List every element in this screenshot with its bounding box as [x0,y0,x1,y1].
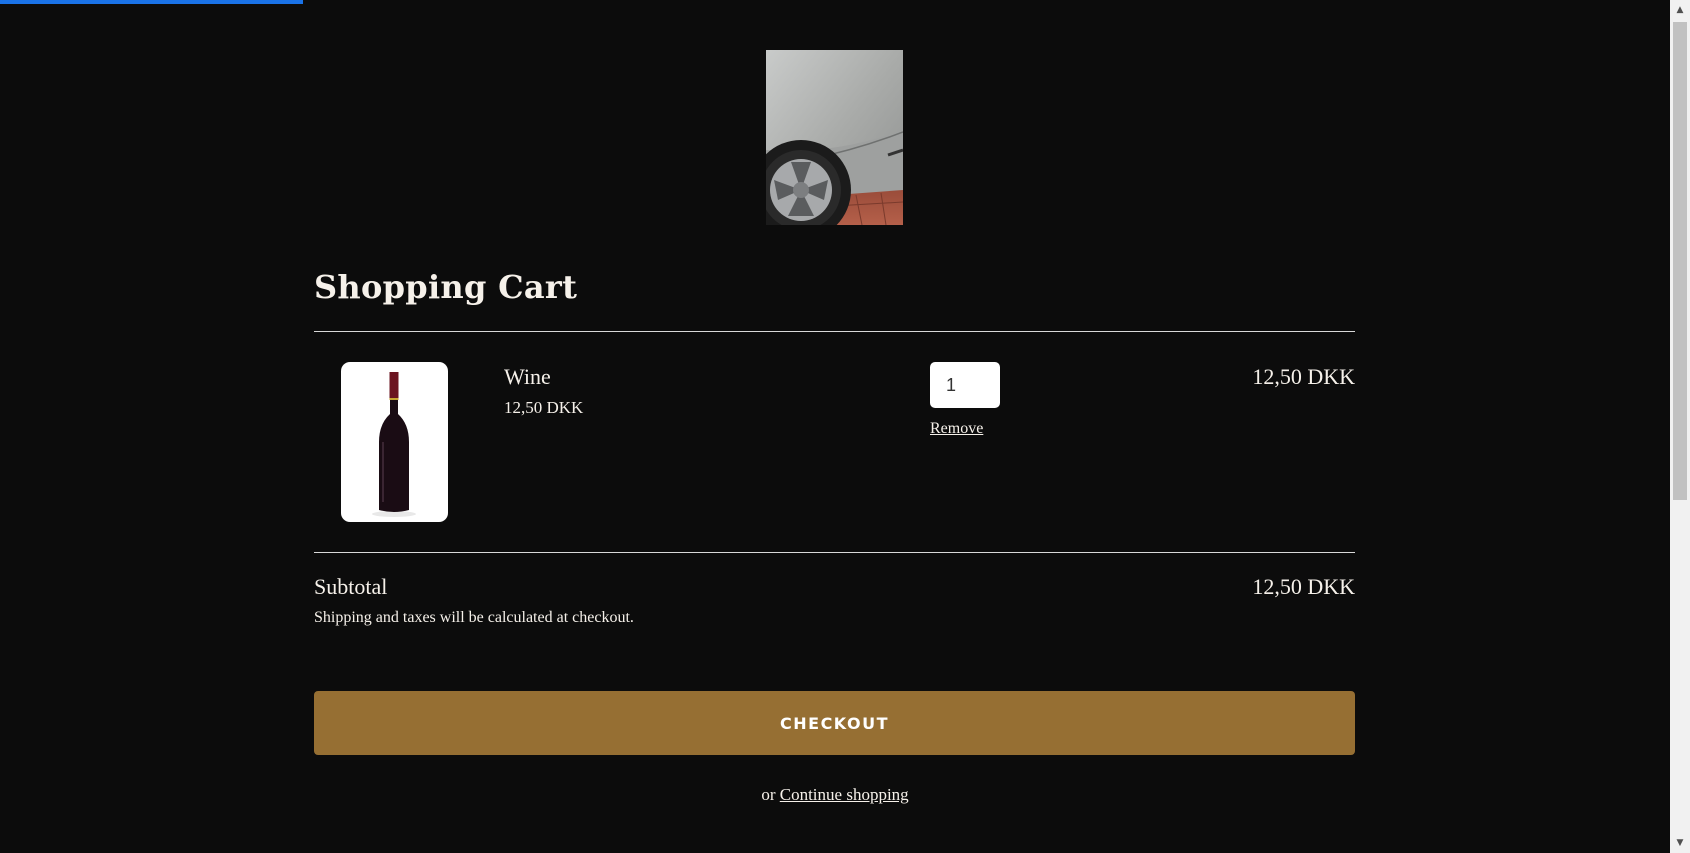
continue-shopping-link[interactable]: Continue shopping [780,785,909,804]
vertical-scrollbar[interactable]: ▲ ▼ [1670,0,1690,853]
checkout-button[interactable]: CHECKOUT [314,691,1355,755]
cart-top-divider [314,331,1355,332]
cart-bottom-divider [314,552,1355,553]
scroll-up-arrow-icon[interactable]: ▲ [1670,0,1690,20]
quantity-input[interactable] [930,362,1000,408]
scrollbar-thumb[interactable] [1673,22,1687,500]
product-thumbnail[interactable] [341,362,448,522]
subtotal-label: Subtotal [314,574,388,599]
line-item-total: 12,50 DKK [1252,364,1355,389]
page-title: Shopping Cart [314,268,578,306]
scroll-down-arrow-icon[interactable]: ▼ [1670,833,1690,853]
product-unit-price: 12,50 DKK [504,398,584,417]
store-logo[interactable] [766,50,903,225]
continue-shopping-row: or Continue shopping [0,785,1670,805]
page-loading-bar [0,0,303,4]
remove-item-link[interactable]: Remove [930,420,983,438]
shipping-note: Shipping and taxes will be calculated at… [314,609,634,626]
subtotal-value: 12,50 DKK [1252,574,1355,599]
wine-bottle-image [372,372,416,517]
logo-image [766,50,903,225]
continue-prefix: or [761,785,776,804]
product-name[interactable]: Wine [504,364,551,390]
